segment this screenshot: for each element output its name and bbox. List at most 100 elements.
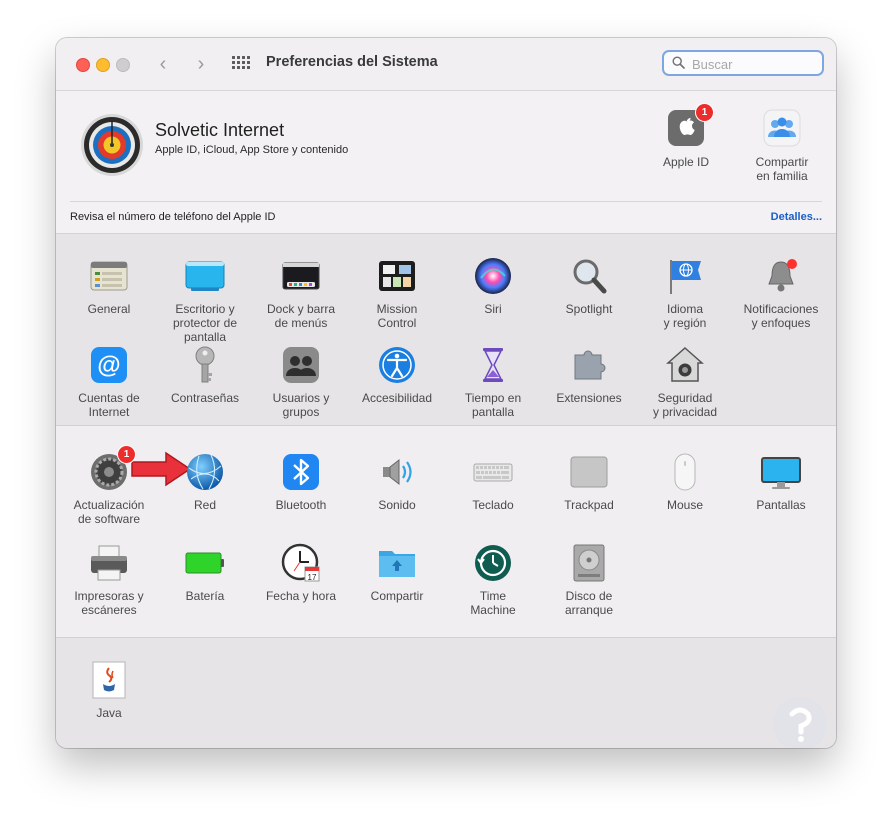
pane-language-region[interactable]: Idioma y región — [637, 256, 733, 330]
gear-icon: 1 — [89, 446, 135, 492]
dock-icon — [281, 256, 321, 296]
pane-label: General — [87, 302, 131, 316]
apple-id-banner: Solvetic Internet Apple ID, iCloud, App … — [56, 91, 836, 234]
details-link[interactable]: Detalles... — [771, 211, 822, 223]
pane-extensions[interactable]: Extensiones — [541, 345, 637, 405]
pane-bluetooth[interactable]: Bluetooth — [253, 452, 349, 512]
divider — [70, 201, 822, 202]
titlebar: ‹ › Preferencias del Sistema — [56, 38, 836, 91]
pane-notifications[interactable]: Notificaciones y enfoques — [733, 256, 829, 330]
pane-label: Spotlight — [565, 302, 613, 316]
hardware-prefs-section: 1 Actualización de software Red Bluetoot… — [56, 426, 836, 638]
pane-label: Fecha y hora — [265, 589, 337, 603]
forward-button[interactable]: › — [190, 52, 212, 76]
network-globe-icon — [185, 452, 225, 492]
pane-label: Compartir — [370, 589, 424, 603]
pane-security-privacy[interactable]: Seguridad y privacidad — [637, 345, 733, 419]
key-icon — [185, 345, 225, 385]
general-icon — [89, 256, 129, 296]
trackpad-icon — [569, 452, 609, 492]
zoom-button[interactable] — [116, 58, 130, 72]
minimize-button[interactable] — [96, 58, 110, 72]
svg-text:17: 17 — [308, 573, 317, 582]
family-sharing-pane[interactable]: Compartir en familia — [737, 109, 827, 183]
desktop-icon — [185, 256, 225, 296]
window-title: Preferencias del Sistema — [266, 54, 438, 70]
apple-id-pane[interactable]: 1 Apple ID — [641, 104, 731, 169]
pane-label: Cuentas de Internet — [78, 391, 140, 419]
pane-desktop-screensaver[interactable]: Escritorio y protector de pantalla — [157, 256, 253, 344]
battery-icon — [185, 543, 225, 583]
system-preferences-window: ‹ › Preferencias del Sistema Solvet — [56, 38, 836, 748]
pane-label: Contraseñas — [170, 391, 240, 405]
pane-general[interactable]: General — [61, 256, 157, 316]
pane-displays[interactable]: Pantallas — [733, 452, 829, 512]
account-name: Solvetic Internet — [155, 120, 285, 140]
pane-dock-menubar[interactable]: Dock y barra de menús — [253, 256, 349, 330]
folder-share-icon — [377, 543, 417, 583]
pane-mission-control[interactable]: Mission Control — [349, 256, 445, 330]
pane-siri[interactable]: Siri — [445, 256, 541, 316]
search-input[interactable] — [690, 54, 820, 74]
close-button[interactable] — [76, 58, 90, 72]
pane-battery[interactable]: Batería — [157, 543, 253, 603]
disk-icon — [569, 543, 609, 583]
pane-label: Bluetooth — [275, 498, 327, 512]
show-all-grid-icon[interactable] — [232, 56, 250, 70]
svg-text:@: @ — [97, 352, 120, 379]
pane-label: Dock y barra de menús — [266, 302, 336, 330]
pane-screen-time[interactable]: Tiempo en pantalla — [445, 345, 541, 419]
pane-startup-disk[interactable]: Disco de arranque — [541, 543, 637, 617]
pane-label: Impresoras y escáneres — [74, 589, 144, 617]
pane-label: Accesibilidad — [361, 391, 433, 405]
bell-icon — [761, 256, 801, 296]
account-subtitle: Apple ID, iCloud, App Store y contenido — [155, 144, 349, 156]
pane-java[interactable]: Java — [61, 660, 157, 720]
speaker-icon — [377, 452, 417, 492]
back-button[interactable]: ‹ — [152, 52, 174, 76]
pane-label: Sonido — [378, 498, 416, 512]
pane-internet-accounts[interactable]: @ Cuentas de Internet — [61, 345, 157, 419]
pane-label: Actualización de software — [73, 498, 145, 526]
pane-date-time[interactable]: 17 Fecha y hora — [253, 543, 349, 603]
pane-label: Idioma y región — [663, 302, 707, 330]
pane-label: Notificaciones y enfoques — [743, 302, 819, 330]
clock-icon: 17 — [281, 543, 321, 583]
pane-label: Mission Control — [376, 302, 418, 330]
pane-printers-scanners[interactable]: Impresoras y escáneres — [61, 543, 157, 617]
pane-label: Disco de arranque — [564, 589, 614, 617]
pane-label: Usuarios y grupos — [272, 391, 330, 419]
pane-sound[interactable]: Sonido — [349, 452, 445, 512]
puzzle-icon — [569, 345, 609, 385]
avatar[interactable] — [80, 113, 144, 177]
globe-flag-icon — [665, 256, 705, 296]
pane-label: Mouse — [666, 498, 704, 512]
pane-label: Red — [193, 498, 216, 512]
pane-passwords[interactable]: Contraseñas — [157, 345, 253, 405]
pane-keyboard[interactable]: Teclado — [445, 452, 541, 512]
pane-network[interactable]: Red — [157, 452, 253, 512]
pane-label: Batería — [185, 589, 225, 603]
time-machine-icon — [473, 543, 513, 583]
pane-time-machine[interactable]: Time Machine — [445, 543, 541, 617]
pane-software-update[interactable]: 1 Actualización de software — [61, 446, 157, 526]
pane-spotlight[interactable]: Spotlight — [541, 256, 637, 316]
search-field[interactable] — [662, 50, 824, 76]
pane-accessibility[interactable]: Accesibilidad — [349, 345, 445, 405]
java-icon — [89, 660, 129, 700]
pane-mouse[interactable]: Mouse — [637, 452, 733, 512]
bluetooth-icon — [281, 452, 321, 492]
mouse-icon — [665, 452, 705, 492]
pane-sharing[interactable]: Compartir — [349, 543, 445, 603]
hourglass-icon — [473, 345, 513, 385]
pane-label: Teclado — [472, 498, 514, 512]
house-lock-icon — [665, 345, 705, 385]
other-prefs-section: Java — [56, 638, 836, 748]
pane-users-groups[interactable]: Usuarios y grupos — [253, 345, 349, 419]
apple-id-label: Apple ID — [662, 155, 710, 169]
spotlight-icon — [569, 256, 609, 296]
users-icon — [281, 345, 321, 385]
pane-label: Escritorio y protector de pantalla — [172, 302, 238, 344]
siri-icon — [473, 256, 513, 296]
pane-trackpad[interactable]: Trackpad — [541, 452, 637, 512]
